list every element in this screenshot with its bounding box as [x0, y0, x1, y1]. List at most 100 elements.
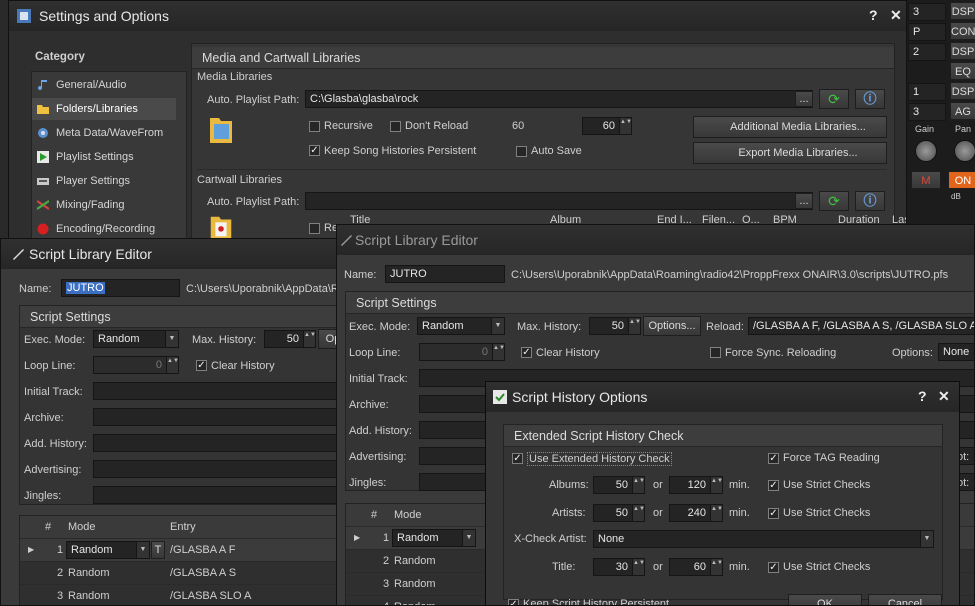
name-input[interactable]: JUTRO: [61, 279, 180, 297]
mute-button[interactable]: M: [911, 171, 941, 189]
reload-input[interactable]: /GLASBA A F, /GLASBA A S, /GLASBA SLO A,…: [748, 317, 974, 335]
add-history-input[interactable]: [93, 434, 337, 452]
force-sync-checkbox[interactable]: [710, 347, 721, 358]
song-history-input[interactable]: 60 ▲▼: [582, 117, 632, 135]
albums-strict-checkbox[interactable]: ✓: [768, 480, 779, 491]
title-input-a[interactable]: 30 ▲▼: [593, 558, 645, 576]
spinner-icon[interactable]: ▲▼: [492, 344, 504, 360]
channel-value[interactable]: 1: [908, 83, 946, 101]
settings-titlebar: Settings and Options: [9, 1, 906, 31]
table-row[interactable]: ▶ 1 Random ▼ T /GLASBA A F: [20, 539, 337, 562]
close-icon[interactable]: ✕: [938, 388, 950, 405]
cart-path-input[interactable]: [305, 192, 813, 210]
spinner-icon[interactable]: ▲▼: [710, 477, 722, 493]
name-input[interactable]: JUTRO: [385, 265, 505, 283]
artists-input-a[interactable]: 50 ▲▼: [593, 504, 645, 522]
con-button[interactable]: CON: [950, 22, 975, 40]
refresh-button[interactable]: ⟳: [819, 191, 849, 211]
recursive-checkbox[interactable]: [309, 121, 320, 132]
albums-input-a[interactable]: 50 ▲▼: [593, 476, 645, 494]
cart-recursive-checkbox[interactable]: [309, 223, 320, 234]
initial-track-label: Initial Track:: [24, 386, 83, 398]
channel-value[interactable]: 3: [908, 3, 946, 21]
spinner-icon[interactable]: ▲▼: [303, 331, 315, 347]
options-select[interactable]: None: [938, 343, 974, 361]
auto-save-checkbox[interactable]: [516, 146, 527, 157]
category-encoding-recording[interactable]: Encoding/Recording: [32, 218, 176, 240]
albums-input-b[interactable]: 120 ▲▼: [669, 476, 723, 494]
spinner-icon[interactable]: ▲▼: [632, 505, 644, 521]
media-path-input[interactable]: C:\Glasba\glasba\rock: [305, 90, 813, 108]
category-player-settings[interactable]: Player Settings: [32, 170, 176, 192]
close-icon[interactable]: ✕: [890, 7, 902, 24]
spinner-icon[interactable]: ▲▼: [710, 559, 722, 575]
spinner-icon[interactable]: ▲▼: [619, 118, 631, 134]
loop-line-input[interactable]: 0 ▲▼: [419, 343, 505, 361]
spinner-icon[interactable]: ▲▼: [710, 505, 722, 521]
refresh-button[interactable]: ⟳: [819, 89, 849, 109]
mode-select[interactable]: Random ▼: [66, 541, 150, 559]
channel-value[interactable]: 3: [908, 103, 946, 121]
on-button[interactable]: ON: [948, 171, 975, 189]
min-label: min.: [729, 507, 750, 519]
xcheck-select[interactable]: None ▼: [593, 530, 934, 548]
browse-button[interactable]: ...: [795, 193, 813, 209]
title-input-b[interactable]: 60 ▲▼: [669, 558, 723, 576]
divider: [197, 169, 887, 170]
channel-value[interactable]: 2: [908, 43, 946, 61]
loop-line-input[interactable]: 0 ▲▼: [93, 356, 179, 374]
category-playlist-settings[interactable]: Playlist Settings: [32, 146, 176, 168]
channel-value[interactable]: P: [908, 23, 946, 41]
gain-knob[interactable]: [915, 140, 937, 162]
artists-strict-checkbox[interactable]: ✓: [768, 508, 779, 519]
help-icon[interactable]: ?: [918, 388, 927, 404]
exec-mode-select[interactable]: Random ▼: [417, 317, 505, 335]
info-button[interactable]: ⓘ: [855, 89, 885, 109]
spinner-icon[interactable]: ▲▼: [166, 357, 178, 373]
exec-mode-select[interactable]: Random ▼: [93, 330, 179, 348]
table-row[interactable]: 2 Random /GLASBA A S: [20, 562, 337, 585]
keep-persistent-checkbox[interactable]: ✓: [508, 599, 519, 605]
export-libraries-button[interactable]: Export Media Libraries...: [693, 142, 887, 164]
mode-select[interactable]: Random ▼: [392, 529, 476, 547]
max-history-input[interactable]: 50 ▲▼: [264, 330, 316, 348]
ok-button[interactable]: OK: [788, 594, 862, 605]
options-button[interactable]: Op: [318, 329, 337, 349]
t-button[interactable]: T: [151, 541, 165, 559]
browse-button[interactable]: ...: [795, 91, 813, 107]
eq-button[interactable]: EQ: [950, 62, 975, 80]
category-mixing-fading[interactable]: Mixing/Fading: [32, 194, 176, 216]
agc-button[interactable]: AG: [950, 102, 975, 120]
help-icon[interactable]: ?: [869, 7, 878, 23]
category-folders-libraries[interactable]: Folders/Libraries: [32, 98, 176, 120]
clear-history-checkbox[interactable]: ✓: [196, 360, 207, 371]
spinner-icon[interactable]: ▲▼: [632, 559, 644, 575]
dont-reload-checkbox[interactable]: [390, 121, 401, 132]
use-extended-checkbox[interactable]: ✓: [512, 453, 523, 464]
dsp-button[interactable]: DSP: [950, 2, 975, 20]
script-path: C:\Users\Uporabnik\AppData\Roaming\radio…: [511, 269, 949, 281]
info-button[interactable]: ⓘ: [855, 191, 885, 211]
title-strict-checkbox[interactable]: ✓: [768, 562, 779, 573]
cancel-button[interactable]: Cancel: [868, 594, 942, 605]
spinner-icon[interactable]: ▲▼: [632, 477, 644, 493]
max-history-input[interactable]: 50 ▲▼: [589, 317, 641, 335]
force-tag-checkbox[interactable]: ✓: [768, 453, 779, 464]
artists-input-b[interactable]: 240 ▲▼: [669, 504, 723, 522]
initial-track-input[interactable]: [93, 382, 337, 400]
additional-libraries-button[interactable]: Additional Media Libraries...: [693, 116, 887, 138]
pan-knob[interactable]: [954, 140, 975, 162]
dsp-button[interactable]: DSP: [950, 42, 975, 60]
jingles-input[interactable]: [93, 486, 337, 504]
keep-histories-checkbox[interactable]: ✓: [309, 145, 320, 156]
clear-history-checkbox[interactable]: ✓: [521, 347, 532, 358]
spinner-icon[interactable]: ▲▼: [628, 318, 640, 334]
dsp-button[interactable]: DSP: [950, 82, 975, 100]
table-row[interactable]: 3 Random /GLASBA SLO A: [20, 585, 337, 605]
advertising-input[interactable]: [93, 460, 337, 478]
col-num: #: [45, 521, 52, 533]
archive-input[interactable]: [93, 408, 337, 426]
category-meta-data[interactable]: Meta Data/WaveFrom: [32, 122, 176, 144]
options-button[interactable]: Options...: [643, 316, 701, 336]
category-general-audio[interactable]: General/Audio: [32, 74, 176, 96]
